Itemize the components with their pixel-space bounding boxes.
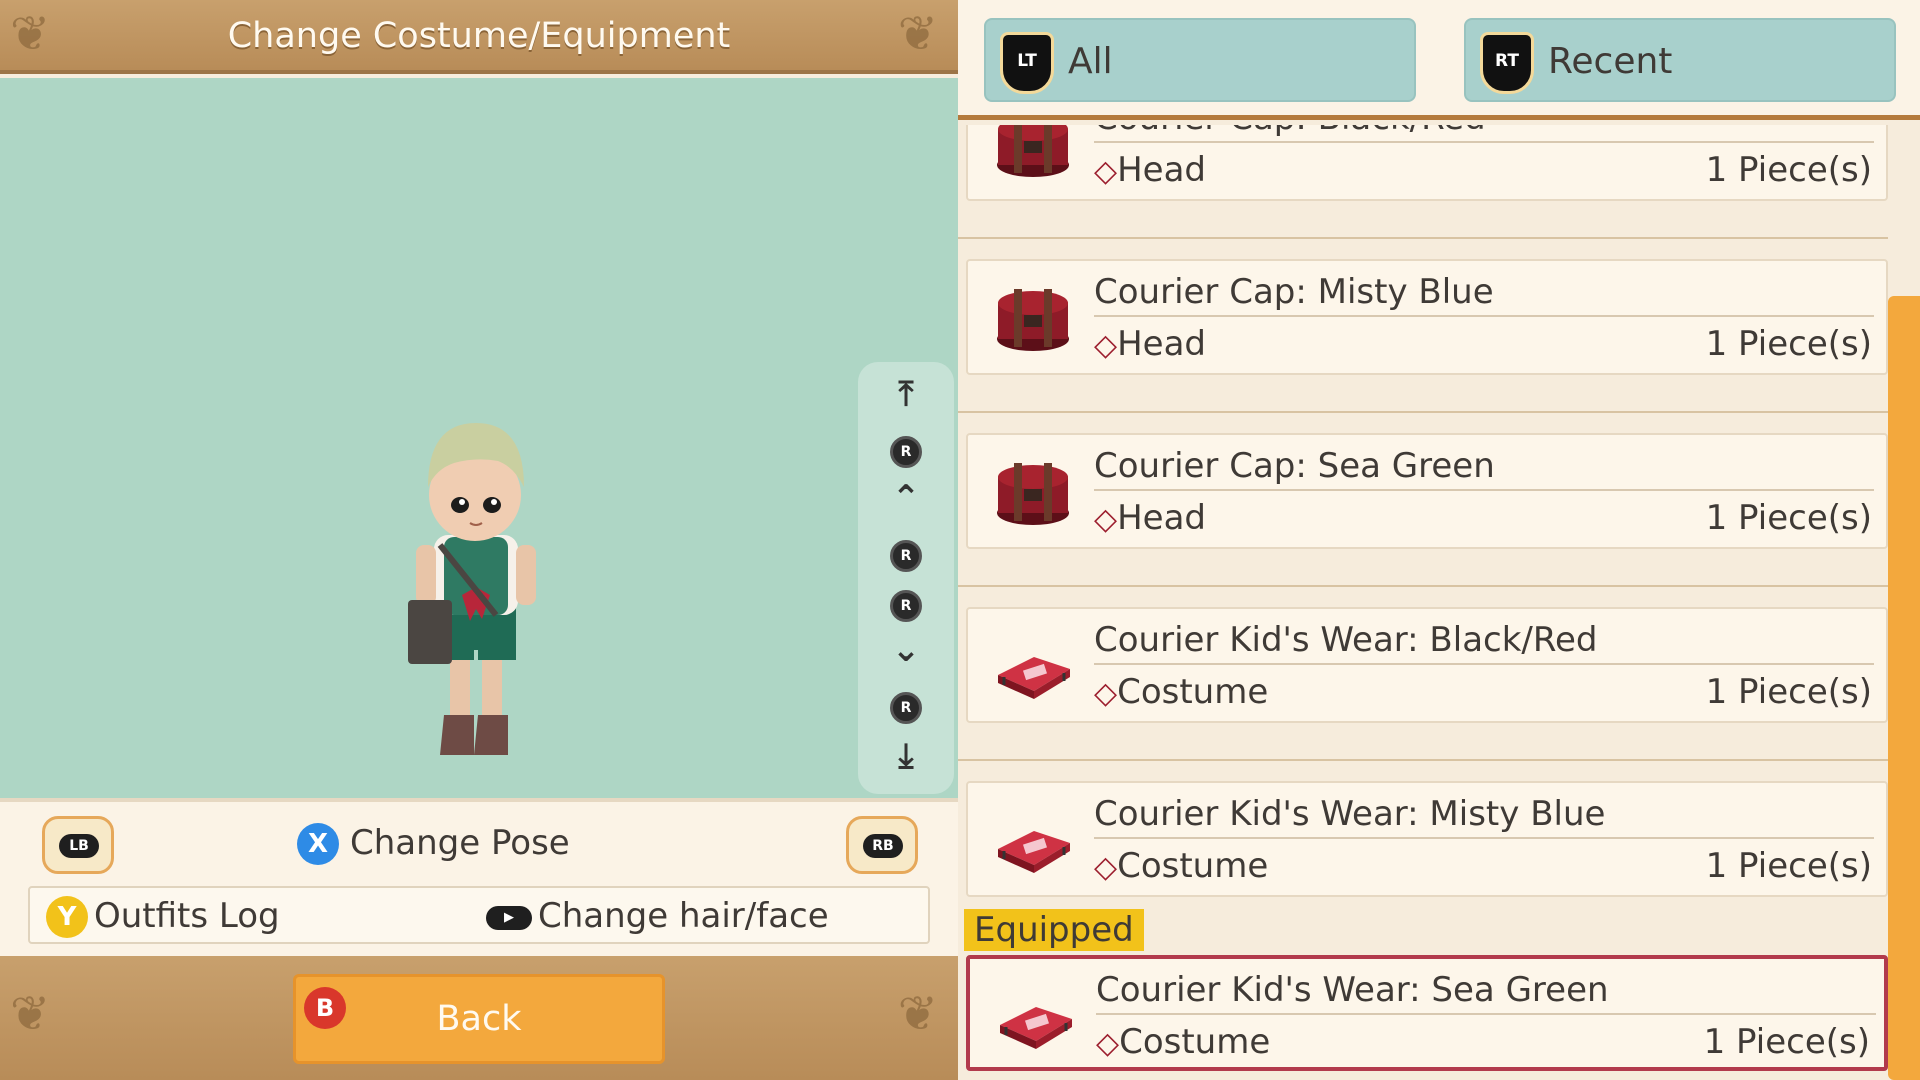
- camera-controls: ⤒ R ⌃ R R ⌄ R ⤓: [858, 362, 954, 794]
- costume-box-icon: [996, 979, 1074, 1055]
- preview-panel: ❦ ❦ Change Costume/Equipment ⤒ R ⌃ R R ⌄…: [0, 0, 958, 1080]
- controls-bar: LB X Change Pose RB Y Outfits Log ▶ Chan…: [0, 798, 958, 956]
- row-divider: [958, 585, 1888, 587]
- secondary-actions: Y Outfits Log ▶ Change hair/face: [28, 886, 930, 944]
- item-category: ◇Head: [1094, 493, 1206, 545]
- back-button[interactable]: B Back: [293, 974, 665, 1064]
- item-quantity: 1 Piece(s): [1705, 324, 1872, 364]
- item-category-label: Head: [1117, 324, 1206, 364]
- item-category-label: Head: [1117, 498, 1206, 538]
- diamond-icon: ◇: [1096, 1026, 1120, 1061]
- character-model[interactable]: [400, 415, 550, 770]
- cap-icon: [994, 125, 1072, 183]
- scrollbar-thumb[interactable]: [1888, 296, 1920, 1080]
- item-row[interactable]: Courier Cap: Sea Green ◇Head 1 Piece(s): [966, 433, 1888, 549]
- back-label: Back: [436, 999, 522, 1039]
- diamond-icon: ◇: [1094, 154, 1118, 189]
- item-name: Courier Kid's Wear: Sea Green: [1096, 965, 1876, 1015]
- page-title: Change Costume/Equipment: [227, 16, 731, 56]
- tab-all[interactable]: LT All: [984, 18, 1416, 102]
- item-row[interactable]: Courier Kid's Wear: Misty Blue ◇Costume 1 …: [966, 781, 1888, 897]
- outfits-log-button[interactable]: Outfits Log: [94, 892, 280, 940]
- left-stick-icon: ▶: [486, 906, 532, 930]
- item-name: Courier Kid's Wear: Black/Red: [1094, 615, 1874, 665]
- rt-icon: RT: [1480, 32, 1534, 94]
- header-bar: ❦ ❦ Change Costume/Equipment: [0, 0, 958, 74]
- tab-label: All: [1068, 41, 1113, 82]
- rstick-left-icon[interactable]: R: [890, 540, 922, 572]
- row-divider: [958, 759, 1888, 761]
- item-name: Courier Cap: Sea Green: [1094, 441, 1874, 491]
- rstick-up-icon[interactable]: R: [890, 436, 922, 468]
- cap-icon: [994, 281, 1072, 357]
- item-quantity: 1 Piece(s): [1705, 498, 1872, 538]
- item-row[interactable]: Courier Kid's Wear: Black/Red ◇Costume 1 P…: [966, 607, 1888, 723]
- tab-label: Recent: [1548, 41, 1673, 82]
- item-list[interactable]: Courier Cap: Black/Red◇Head1 Piece(s)Cou…: [958, 125, 1888, 1080]
- item-category: ◇Costume: [1094, 667, 1268, 719]
- diamond-icon: ◇: [1094, 502, 1118, 537]
- diamond-icon: ◇: [1094, 328, 1118, 363]
- item-category: ◇Head: [1094, 319, 1206, 371]
- rstick-right-icon[interactable]: R: [890, 590, 922, 622]
- item-row[interactable]: Courier Cap: Black/Red ◇Head 1 Piece(s): [966, 125, 1888, 201]
- costume-box-icon: [994, 803, 1072, 879]
- camera-up-icon[interactable]: ⌃: [858, 478, 954, 518]
- cap-icon: [994, 455, 1072, 531]
- item-quantity: 1 Piece(s): [1705, 672, 1872, 712]
- row-divider: [958, 411, 1888, 413]
- rb-button[interactable]: RB: [846, 816, 918, 874]
- x-button-icon[interactable]: X: [297, 823, 339, 865]
- change-pose-label[interactable]: Change Pose: [350, 820, 570, 866]
- camera-down-icon[interactable]: ⌄: [858, 630, 954, 670]
- item-category-label: Costume: [1117, 846, 1269, 886]
- item-category: ◇Costume: [1094, 841, 1268, 893]
- ornament-bottom-right-icon: ❦: [897, 986, 938, 1042]
- item-name: Courier Kid's Wear: Misty Blue: [1094, 789, 1874, 839]
- diamond-icon: ◇: [1094, 850, 1118, 885]
- item-category: ◇Costume: [1096, 1017, 1270, 1069]
- change-hair-face-button[interactable]: Change hair/face: [538, 892, 829, 940]
- y-button-icon[interactable]: Y: [46, 896, 88, 938]
- item-category-label: Head: [1117, 150, 1206, 190]
- item-quantity: 1 Piece(s): [1703, 1022, 1870, 1062]
- tab-recent[interactable]: RT Recent: [1464, 18, 1896, 102]
- items-panel: LT All RT Recent Courier Cap: Black/Red ◇…: [958, 0, 1920, 1080]
- filter-tabs: LT All RT Recent: [958, 0, 1920, 120]
- costume-box-icon: [994, 629, 1072, 705]
- item-row[interactable]: Courier Cap: Misty Blue ◇Head 1 Piece(s): [966, 259, 1888, 375]
- item-category-label: Costume: [1117, 672, 1269, 712]
- rstick-down-icon[interactable]: R: [890, 692, 922, 724]
- item-category: ◇Head: [1094, 145, 1206, 197]
- lb-icon: LB: [59, 834, 99, 858]
- diamond-icon: ◇: [1094, 676, 1118, 711]
- row-divider: [958, 237, 1888, 239]
- camera-top-icon[interactable]: ⤒: [858, 374, 954, 414]
- ornament-bottom-left-icon: ❦: [10, 986, 51, 1042]
- lb-button[interactable]: LB: [42, 816, 114, 874]
- camera-bottom-icon[interactable]: ⤓: [858, 736, 954, 776]
- item-quantity: 1 Piece(s): [1705, 150, 1872, 190]
- item-name: Courier Cap: Misty Blue: [1094, 267, 1874, 317]
- item-row[interactable]: Courier Kid's Wear: Sea Green ◇Costume 1 P…: [966, 955, 1888, 1071]
- footer-bar: ❦ ❦ B Back: [0, 956, 958, 1080]
- item-name: Courier Cap: Black/Red: [1094, 125, 1874, 143]
- item-category-label: Costume: [1119, 1022, 1271, 1062]
- rb-icon: RB: [863, 834, 903, 858]
- lt-icon: LT: [1000, 32, 1054, 94]
- item-quantity: 1 Piece(s): [1705, 846, 1872, 886]
- equipped-badge: Equipped: [964, 909, 1144, 951]
